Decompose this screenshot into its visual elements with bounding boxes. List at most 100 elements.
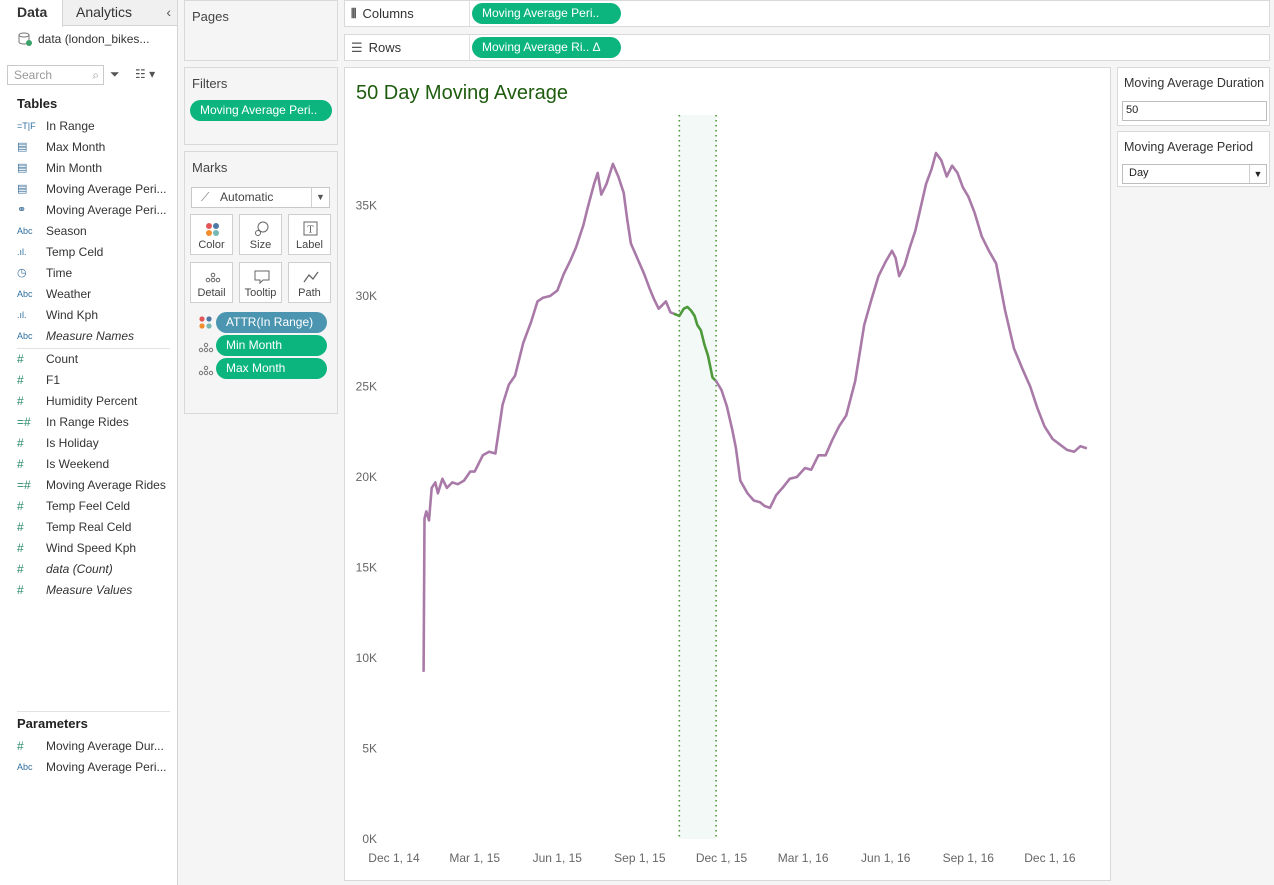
datasource[interactable]: data (london_bikes... [18,32,149,46]
field-name: Time [46,266,73,280]
datasource-label: data (london_bikes... [38,32,150,46]
y-tick-label: 0K [362,832,377,846]
label-button[interactable]: T Label [288,214,331,255]
dimension-list: =T|F In Range ▤ Max Month ▤ Min Month ▤ Moving … [0,116,178,347]
tab-analytics[interactable]: Analytics [76,0,132,26]
field-item[interactable]: =# Moving Average Rides [0,475,178,496]
x-tick-label: Dec 1, 15 [696,851,748,865]
field-item[interactable]: ▤ Moving Average Peri... [0,179,178,200]
measure-list: # Count # F1 # Humidity Percent =# In Range Rid… [0,349,178,601]
field-item[interactable]: # Count [0,349,178,370]
field-type-icon: =# [17,478,31,492]
field-item[interactable]: ▤ Min Month [0,158,178,179]
size-button[interactable]: Size [239,214,282,255]
field-item[interactable]: # F1 [0,370,178,391]
field-name: Max Month [46,140,106,154]
shelf-divider [469,35,470,60]
x-tick-label: Jun 1, 15 [533,851,583,865]
field-item[interactable]: Abc Measure Names [0,326,178,347]
field-item[interactable]: Abc Season [0,221,178,242]
field-item[interactable]: ⚭ Moving Average Peri... [0,200,178,221]
field-type-icon: # [17,499,24,513]
mark-pill-min-month[interactable]: Min Month [216,335,327,356]
field-item[interactable]: Abc Weather [0,284,178,305]
detail-icon [205,272,221,283]
chart-title: 50 Day Moving Average [356,82,568,104]
collapse-pane-icon[interactable]: ‹ [166,4,171,20]
field-item[interactable]: # Humidity Percent [0,391,178,412]
mark-pill-max-month[interactable]: Max Month [216,358,327,379]
field-type-icon: # [17,394,24,408]
field-item[interactable]: # Temp Real Celd [0,517,178,538]
field-name: In Range Rides [46,415,129,429]
parameters-divider [17,711,170,712]
field-type-icon: # [17,520,24,534]
series-line-1[interactable] [422,162,677,673]
detail-button[interactable]: Detail [190,262,233,303]
field-name: Min Month [46,161,103,175]
field-item[interactable]: # Is Weekend [0,454,178,475]
field-name: Weather [46,287,92,301]
svg-text:T: T [307,226,313,236]
x-tick-label: Dec 1, 14 [368,851,420,865]
field-item[interactable]: Abc Moving Average Peri... [0,757,178,778]
field-item[interactable]: # Moving Average Dur... [0,736,178,757]
field-item[interactable]: .ıl. Temp Celd [0,242,178,263]
field-name: Wind Speed Kph [46,541,137,555]
parameter-list: # Moving Average Dur... Abc Moving Average … [0,736,178,778]
tooltip-button[interactable]: Tooltip [239,262,282,303]
view-list-icon[interactable]: ☷ ▾ [135,67,155,81]
y-tick-label: 5K [362,742,377,756]
chart-card[interactable]: 0K 5K 10K 15K 20K 25K 30K 35K Dec 1, 14 Mar 1, 1… [344,67,1111,881]
field-item[interactable]: # Wind Speed Kph [0,538,178,559]
size-icon [255,221,269,236]
field-name: In Range [46,119,95,133]
x-tick-label: Mar 1, 15 [449,851,500,865]
search-placeholder: Search [14,68,53,82]
field-name: Measure Names [46,329,135,343]
field-item[interactable]: # Measure Values [0,580,178,601]
field-item[interactable]: .ıl. Wind Kph [0,305,178,326]
filter-pill[interactable]: Moving Average Peri.. [190,100,332,121]
x-tick-label: Sep 1, 15 [614,851,666,865]
tab-data[interactable]: Data [0,0,63,27]
filter-icon[interactable]: ⏷ [110,67,120,82]
field-item[interactable]: # Is Holiday [0,433,178,454]
field-item[interactable]: ▤ Max Month [0,137,178,158]
field-item[interactable]: =T|F In Range [0,116,178,137]
y-tick-label: 30K [356,289,377,303]
mark-type-select[interactable]: ⟋ Automatic ▼ [191,187,330,208]
param-duration-title: Moving Average Duration [1124,76,1265,90]
line-chart-icon: ⟋ [201,190,210,204]
search-input[interactable]: Search ⌕ [7,65,104,85]
color-button[interactable]: Color [190,214,233,255]
field-item[interactable]: # Temp Feel Celd [0,496,178,517]
color-icon [206,223,219,236]
rows-shelf[interactable]: ☰ Rows Moving Average Ri.. Δ [344,34,1270,61]
filters-title: Filters [192,76,228,91]
path-button[interactable]: Path [288,262,331,303]
columns-pill[interactable]: Moving Average Peri.. [472,3,621,24]
field-type-icon: Abc [17,289,33,299]
highlight-band [679,115,717,839]
mark-pill-in-range[interactable]: ATTR(In Range) [216,312,327,333]
path-label: Path [298,287,321,299]
field-name: Moving Average Peri... [46,182,167,196]
field-item[interactable]: ◷ Time [0,263,178,284]
field-name: Moving Average Peri... [46,203,167,217]
line-chart[interactable]: 0K 5K 10K 15K 20K 25K 30K 35K Dec 1, 14 Mar 1, 1… [345,68,1110,880]
data-pane: Data Analytics ‹ data (london_bikes... S… [0,0,178,885]
param-period-select[interactable]: Day ▼ [1122,164,1267,184]
field-item[interactable]: # data (Count) [0,559,178,580]
field-name: Temp Feel Celd [46,499,131,513]
param-duration-input[interactable]: 50 [1122,101,1267,121]
field-type-icon: =T|F [17,121,36,131]
rows-pill[interactable]: Moving Average Ri.. Δ [472,37,621,58]
series-line-3[interactable] [714,151,1088,510]
field-item[interactable]: =# In Range Rides [0,412,178,433]
field-type-icon: # [17,562,24,576]
columns-shelf[interactable]: ⫴ Columns Moving Average Peri.. [344,0,1270,27]
pages-card[interactable]: Pages [184,0,338,61]
field-type-icon: # [17,436,24,450]
filters-card[interactable]: Filters Moving Average Peri.. [184,67,338,145]
